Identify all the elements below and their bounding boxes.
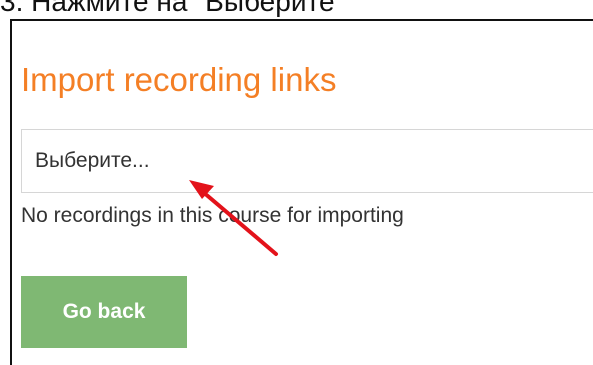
empty-state-message: No recordings in this course for importi… (21, 204, 404, 227)
go-back-button[interactable]: Go back (21, 276, 187, 348)
page: 3. Нажмите на "Выберите" Import recordin… (0, 0, 593, 365)
instruction-caption: 3. Нажмите на "Выберите" (0, 0, 345, 17)
page-title: Import recording links (21, 61, 337, 98)
recordings-select[interactable]: Выберите... (21, 129, 593, 193)
